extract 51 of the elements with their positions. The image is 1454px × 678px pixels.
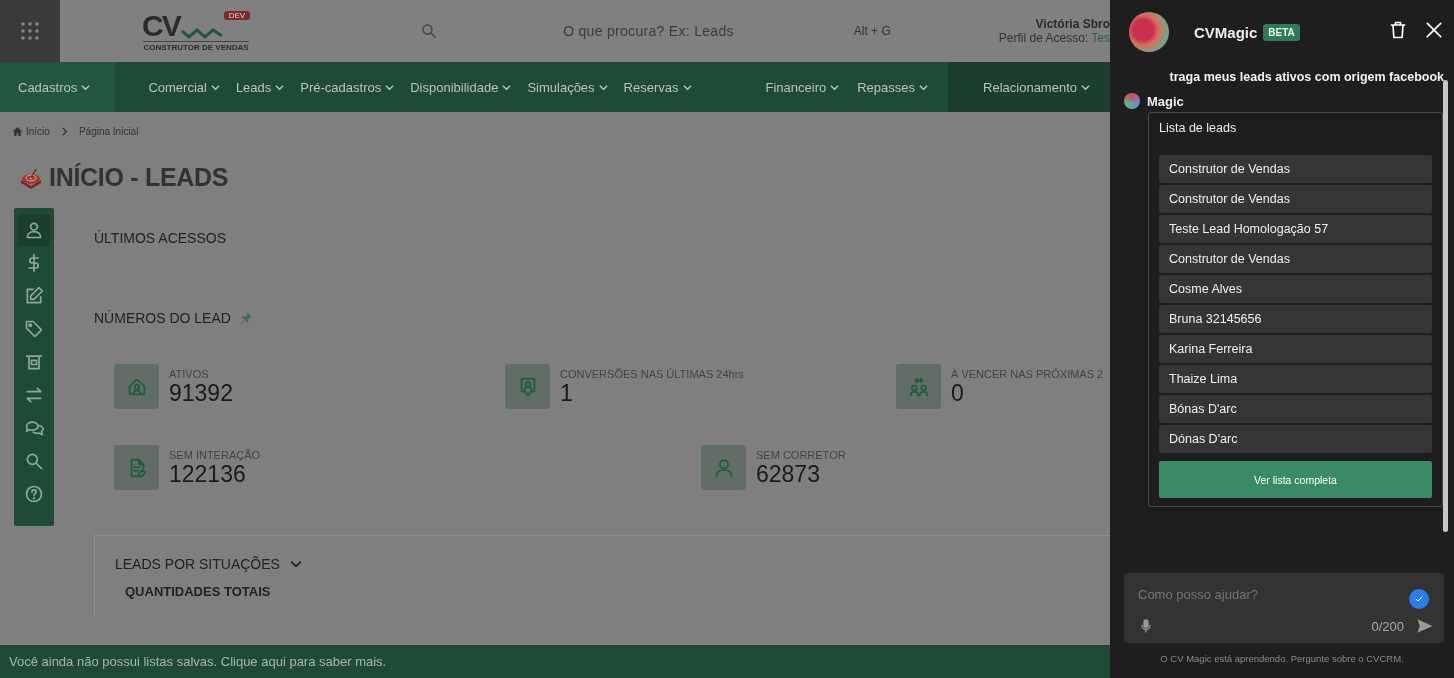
nav-menu-item[interactable]: Leads — [235, 79, 285, 95]
message-input[interactable]: Como posso ajudar? — [1138, 587, 1338, 602]
logo-text: CV — [142, 10, 180, 41]
nav-menu-item[interactable]: Financeiro — [765, 79, 840, 95]
nav-menu-item[interactable]: Disponibilidade — [410, 79, 512, 95]
breadcrumb-link[interactable]: Página Inicial — [78, 126, 139, 137]
lead-item[interactable]: Construtor de Vendas — [1159, 185, 1432, 213]
dev-badge: DEV — [223, 10, 251, 20]
stat-value: 1 — [560, 379, 574, 406]
lead-item[interactable]: Construtor de Vendas — [1159, 155, 1432, 183]
stat-value: 122136 — [169, 460, 246, 487]
lead-item[interactable]: Construtor de Vendas — [1159, 245, 1432, 273]
nav-menu-item[interactable]: Pré-cadastros — [300, 79, 395, 95]
nav-menu-item[interactable]: Repasses — [857, 79, 929, 95]
section-heading: ÚLTIMOS ACESSOS — [94, 230, 226, 246]
lead-item[interactable]: Bruna 32145656 — [1159, 305, 1432, 333]
bot-name: Magic — [1147, 93, 1184, 109]
page-title: INÍCIO - LEADS — [49, 163, 229, 192]
panel-subheading: QUANTIDADES TOTAIS — [125, 584, 272, 599]
shortcut-hint: Alt + G — [853, 24, 891, 38]
search-field[interactable]: O que procura? Ex: Leads — [563, 23, 734, 39]
breadcrumb-link[interactable]: Início — [26, 126, 50, 137]
stat-label: SEM INTERAÇÃO — [169, 448, 261, 461]
nav-menu-item[interactable]: Comercial — [148, 79, 220, 95]
lead-item[interactable]: Thaize Lima — [1159, 365, 1432, 393]
footer-note: O CV Magic está aprendendo. Pergunte sobre o CVCRM. — [1159, 652, 1405, 666]
lead-item[interactable]: Cosme Alves — [1159, 275, 1432, 303]
panel-heading: LEADS POR SITUAÇÕES — [115, 556, 280, 572]
notice-bar[interactable]: Você ainda não possui listas salvas. Clique aqui para saber mais. — [0, 645, 1110, 678]
nav-menu-item[interactable]: Simulações — [527, 79, 608, 95]
stat-label: SEM CORRETOR — [756, 448, 846, 461]
stat-label: ATIVOS — [169, 367, 210, 380]
beta-badge: BETA — [1263, 23, 1300, 41]
lead-item[interactable]: Teste Lead Homologação 57 — [1159, 215, 1432, 243]
chat-title: CVMagic — [1194, 23, 1258, 41]
view-full-list-button[interactable]: Ver lista completa — [1159, 461, 1432, 498]
char-counter: 0/200 — [1371, 618, 1404, 634]
card-title: Lista de leads — [1159, 121, 1238, 135]
stat-value: 0 — [951, 379, 965, 406]
logo-tagline: CONSTRUTOR DE VENDAS — [143, 40, 249, 52]
user-message: traga meus leads ativos com origem facebook — [1168, 69, 1445, 84]
section-heading: NÚMEROS DO LEAD — [94, 310, 231, 326]
nav-menu-item[interactable]: Reservas — [623, 79, 692, 95]
user-name: Victória Sbro — [1034, 17, 1110, 31]
stat-label: CONVERSÕES NAS ÚLTIMAS 24hrs — [560, 367, 744, 380]
stat-value: 91392 — [169, 379, 233, 406]
lead-item[interactable]: Karina Ferreira — [1159, 335, 1432, 363]
lead-item[interactable]: Bónas D'arc — [1159, 395, 1432, 423]
lead-item[interactable]: Dónas D'arc — [1159, 425, 1432, 453]
stat-value: 62873 — [756, 460, 821, 487]
profile-label: Perfil de Acesso: — [998, 31, 1089, 45]
